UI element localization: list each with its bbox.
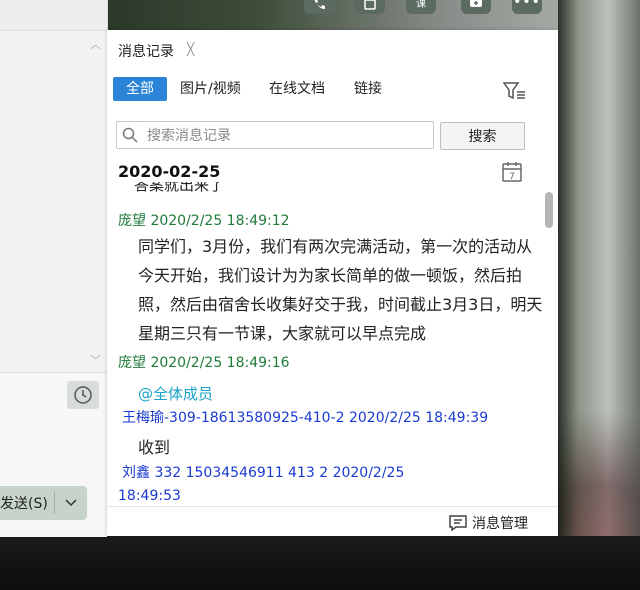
message-history-panel: 消息记录 ╳ 全部 图片/视频 在线文档 链接 搜索 2020-02-25 7 …	[107, 30, 558, 536]
search-field	[116, 121, 434, 149]
filter-icon[interactable]	[503, 80, 527, 102]
clock-icon	[74, 386, 92, 404]
scrollbar-thumb[interactable]	[545, 192, 553, 228]
tab-links[interactable]: 链接	[354, 77, 382, 101]
clipped-message-text: 答案就出来了	[134, 182, 225, 194]
message-manage-label: 消息管理	[472, 516, 528, 532]
more-icon[interactable]: •••	[512, 0, 542, 14]
message-meta-time: 18:49:53	[118, 488, 181, 504]
chat-toolbar: 课 •••	[300, 0, 558, 16]
search-icon	[122, 127, 138, 143]
message-text: 收到	[138, 438, 171, 457]
search-button[interactable]: 搜索	[440, 122, 525, 150]
panel-footer: 消息管理	[107, 506, 558, 537]
wallpaper-bamboo	[558, 0, 640, 590]
message-text: 同学们，3月份，我们有两次完满活动，第一次的活动从今天开始，我们设计为为家长简单…	[138, 237, 543, 343]
date-header: 2020-02-25	[118, 162, 221, 181]
lesson-icon-label: 课	[416, 0, 426, 10]
video-call-icon[interactable]	[355, 0, 385, 14]
wallpaper-bottom	[0, 536, 640, 590]
message-meta: 王梅瑜-309-18613580925-410-2 2020/2/25 18:4…	[122, 410, 489, 426]
search-input[interactable]	[145, 125, 433, 147]
chat-window: ︿ ﹀ 发送(S)	[0, 0, 108, 537]
calendar-icon[interactable]: 7	[501, 161, 523, 183]
message-manage-icon	[449, 515, 467, 532]
message-meta: 刘鑫 332 15034546911 413 2 2020/2/25	[122, 465, 405, 481]
chat-header	[0, 0, 107, 31]
history-clock-button[interactable]	[67, 381, 99, 409]
mention-all[interactable]: @全体成员	[138, 383, 213, 404]
tab-all[interactable]: 全部	[113, 77, 167, 101]
collapse-up-icon[interactable]: ︿	[90, 36, 101, 52]
message-meta: 庞望 2020/2/25 18:49:12	[118, 213, 290, 229]
lesson-icon[interactable]: 课	[406, 0, 436, 14]
panel-title: 消息记录	[118, 44, 174, 60]
send-options-chevron-icon[interactable]	[55, 496, 87, 510]
phone-icon[interactable]	[304, 0, 334, 14]
svg-text:7: 7	[509, 172, 515, 182]
chat-plus-icon[interactable]	[461, 0, 491, 14]
tab-online-docs[interactable]: 在线文档	[269, 77, 325, 101]
send-button-label: 发送(S)	[0, 496, 48, 512]
message-meta: 庞望 2020/2/25 18:49:16	[118, 355, 290, 371]
message-manage-button[interactable]: 消息管理	[448, 513, 528, 533]
tab-images-videos[interactable]: 图片/视频	[180, 77, 241, 101]
panel-collapse-icon[interactable]: ╳	[187, 42, 194, 56]
send-button[interactable]: 发送(S)	[0, 486, 87, 520]
collapse-down-icon[interactable]: ﹀	[90, 352, 101, 368]
